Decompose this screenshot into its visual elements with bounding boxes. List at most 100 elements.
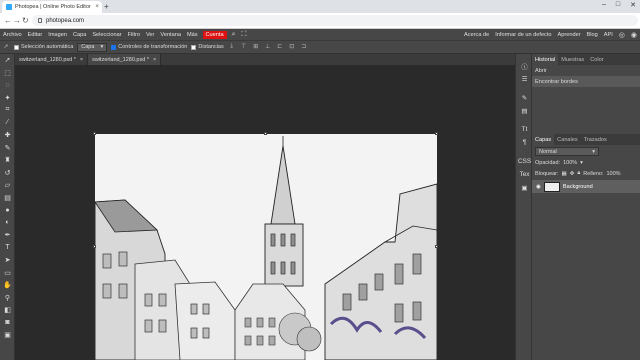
tab-muestras[interactable]: Muestras [558,54,587,65]
crop-tool-icon[interactable]: ⌗ [0,104,15,117]
opacity-value[interactable]: 100% [563,160,577,166]
link-acerca[interactable]: Acerca de [461,32,492,38]
path-select-icon[interactable]: ➤ [0,254,15,267]
browser-tab[interactable]: Photopea | Online Photo Editor × [2,1,102,13]
tab-canales[interactable]: Canales [554,134,581,145]
transform-handle[interactable] [93,245,96,248]
magic-wand-icon[interactable]: ✦ [0,92,15,105]
reload-icon[interactable]: ↻ [22,16,29,25]
window-close-icon[interactable]: ✕ [630,1,636,9]
blend-mode-select[interactable]: Normal ▾ [535,147,599,156]
align-middle-icon[interactable]: ⊞ [252,43,260,51]
minimize-icon[interactable]: – [602,1,606,9]
hand-tool-icon[interactable]: ✋ [0,279,15,292]
back-icon[interactable]: ← [4,16,12,25]
dodge-tool-icon[interactable]: ◐ [0,217,15,230]
menu-ventana[interactable]: Ventana [157,32,184,38]
pen-tool-icon[interactable]: ✒ [0,229,15,242]
document-tab[interactable]: switzerland_1280.psd * × [15,54,89,65]
type-tool-icon[interactable]: T [0,242,15,255]
adjustments-icon[interactable]: ▤ [516,104,533,117]
forward-icon[interactable]: → [13,16,21,25]
info-icon[interactable]: ⓘ [516,59,533,72]
transform-handle[interactable] [435,245,438,248]
document-tab-active[interactable]: switzerland_1280.psd * × [88,54,162,65]
document-image[interactable] [95,134,437,360]
tab-historial[interactable]: Historial [532,54,559,65]
transform-handle[interactable] [93,132,96,135]
gradient-tool-icon[interactable]: ▤ [0,192,15,205]
menu-imagen[interactable]: Imagen [45,32,70,38]
fill-value[interactable]: 100% [606,171,620,177]
align-left-icon[interactable]: ⊏ [276,43,284,51]
quick-mask-icon[interactable]: ◙ [0,317,15,330]
tab-capas[interactable]: Capas [532,134,555,145]
visibility-eye-icon[interactable]: ◉ [536,184,541,190]
history-entry[interactable]: Abrir [532,65,640,76]
account-button[interactable]: Cuenta [202,30,227,39]
properties-icon[interactable]: ☰ [516,72,533,85]
close-icon[interactable]: × [153,57,156,63]
marquee-tool-icon[interactable]: ⬚ [0,67,15,80]
menu-ver[interactable]: Ver [143,32,157,38]
character-icon[interactable]: Tt [516,123,533,136]
link-report-bug[interactable]: Informar de un defecto [492,32,554,38]
shape-tool-icon[interactable]: ▭ [0,267,15,280]
brush-tool-icon[interactable]: ✎ [0,142,15,155]
image-panel-icon[interactable]: ▣ [516,181,533,194]
align-center-icon[interactable]: ⊡ [288,43,296,51]
align-right-icon[interactable]: ⊐ [300,43,308,51]
healing-brush-icon[interactable]: ✚ [0,129,15,142]
tab-trazados[interactable]: Trazados [581,134,610,145]
auto-select-checkbox[interactable]: Selección automática [14,44,73,50]
download-icon[interactable]: ⤓ [228,43,236,51]
distances-checkbox[interactable]: Distancias [191,44,224,50]
layer-select-dropdown[interactable]: Capa ▾ [77,42,108,52]
eyedropper-icon[interactable]: ⁄ [0,117,15,130]
screen-mode-icon[interactable]: ▣ [0,329,15,342]
fullscreen-icon[interactable]: ⛶ [241,31,246,39]
brush-settings-icon[interactable]: ✎ [516,91,533,104]
zoom-tool-icon[interactable]: ⚲ [0,292,15,305]
new-tab-button[interactable]: + [104,2,109,11]
canvas-workspace[interactable] [15,65,515,360]
chevron-down-icon[interactable]: ▾ [580,160,583,166]
menu-archivo[interactable]: Archivo [0,32,25,38]
history-entry-selected[interactable]: Encontrar bordes [532,76,640,87]
search-icon[interactable]: ⌕ [232,31,236,39]
menu-mas[interactable]: Más [184,32,201,38]
paragraph-icon[interactable]: ¶ [516,136,533,149]
close-icon[interactable]: × [80,57,83,63]
link-blog[interactable]: Blog [584,32,601,38]
tex-icon[interactable]: Tex [516,168,533,181]
social-icon[interactable]: ◎ [619,31,625,39]
align-top-icon[interactable]: ⊤ [240,43,248,51]
url-field[interactable]: photopea.com [32,15,638,26]
lasso-tool-icon[interactable]: ◌ [0,79,15,92]
menu-seleccionar[interactable]: Seleccionar [89,32,124,38]
transform-handle[interactable] [435,132,438,135]
link-api[interactable]: API [601,32,616,38]
transform-handle[interactable] [264,132,267,135]
maximize-icon[interactable]: □ [616,1,620,9]
move-tool-icon[interactable]: ➚ [2,43,10,51]
lock-all-icon[interactable]: 🔒︎ [577,170,580,177]
lock-position-icon[interactable]: ✥ [570,171,575,177]
tab-color[interactable]: Color [587,54,606,65]
color-swatches-icon[interactable]: ◧ [0,304,15,317]
eraser-tool-icon[interactable]: ▱ [0,179,15,192]
clone-stamp-icon[interactable]: ♜ [0,154,15,167]
social-icon-2[interactable]: ◉ [631,31,637,39]
transform-controls-checkbox[interactable]: Controles de transformación [111,44,187,50]
layer-row[interactable]: ◉ Background [532,180,640,193]
css-icon[interactable]: CSS [516,155,533,168]
align-bottom-icon[interactable]: ⊥ [264,43,272,51]
menu-editar[interactable]: Editar [25,32,46,38]
move-tool-icon[interactable]: ➚ [0,54,15,67]
history-brush-icon[interactable]: ↺ [0,167,15,180]
close-tab-icon[interactable]: × [95,4,99,10]
lock-pixels-icon[interactable]: ▦ [562,171,567,177]
menu-capa[interactable]: Capa [70,32,89,38]
menu-filtro[interactable]: Filtro [125,32,143,38]
blur-tool-icon[interactable]: ● [0,204,15,217]
